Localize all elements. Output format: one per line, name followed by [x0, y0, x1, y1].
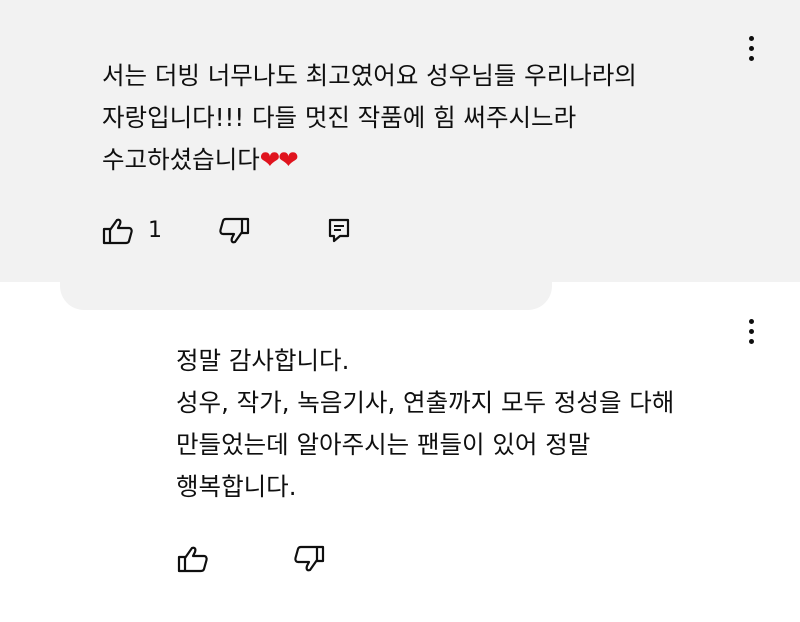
- reply-text: 정말 감사합니다. 성우, 작가, 녹음기사, 연출까지 모두 정성을 다해 만…: [176, 340, 674, 508]
- comment-text: 서는 더빙 너무나도 최고였어요 성우님들 우리나라의 자랑입니다!!! 다들 …: [102, 55, 637, 181]
- thumb-up-icon: [102, 218, 133, 245]
- comment-line: 자랑입니다!!! 다들 멋진 작품에 힘 써주시느라: [102, 103, 577, 132]
- thumb-up-icon: [177, 546, 208, 573]
- comment-card-tail: [60, 268, 552, 310]
- comment-dislike-button[interactable]: [218, 217, 250, 245]
- comment-line: 수고하셨습니다❤❤: [102, 145, 299, 174]
- reply-line: 행복합니다.: [176, 472, 297, 501]
- like-count: 1: [148, 218, 162, 243]
- reply-line: 만들었는데 알아주시는 팬들이 있어 정말: [176, 430, 591, 459]
- comment-line: 서는 더빙 너무나도 최고였어요 성우님들 우리나라의: [102, 61, 637, 90]
- reply-more-icon[interactable]: [741, 316, 761, 346]
- reply-like-button[interactable]: [177, 545, 209, 573]
- comment-reply-icon: [328, 218, 350, 243]
- heart-emoji: ❤❤: [259, 145, 299, 174]
- comment-like-button[interactable]: 1: [102, 217, 162, 245]
- thumb-down-icon: [294, 545, 325, 572]
- comment-more-icon[interactable]: [741, 33, 761, 63]
- reply-line: 정말 감사합니다.: [176, 346, 350, 375]
- reply-line: 성우, 작가, 녹음기사, 연출까지 모두 정성을 다해: [176, 388, 675, 417]
- thumb-down-icon: [219, 217, 250, 244]
- comment-reply-button[interactable]: [328, 218, 352, 244]
- reply-dislike-button[interactable]: [293, 545, 325, 573]
